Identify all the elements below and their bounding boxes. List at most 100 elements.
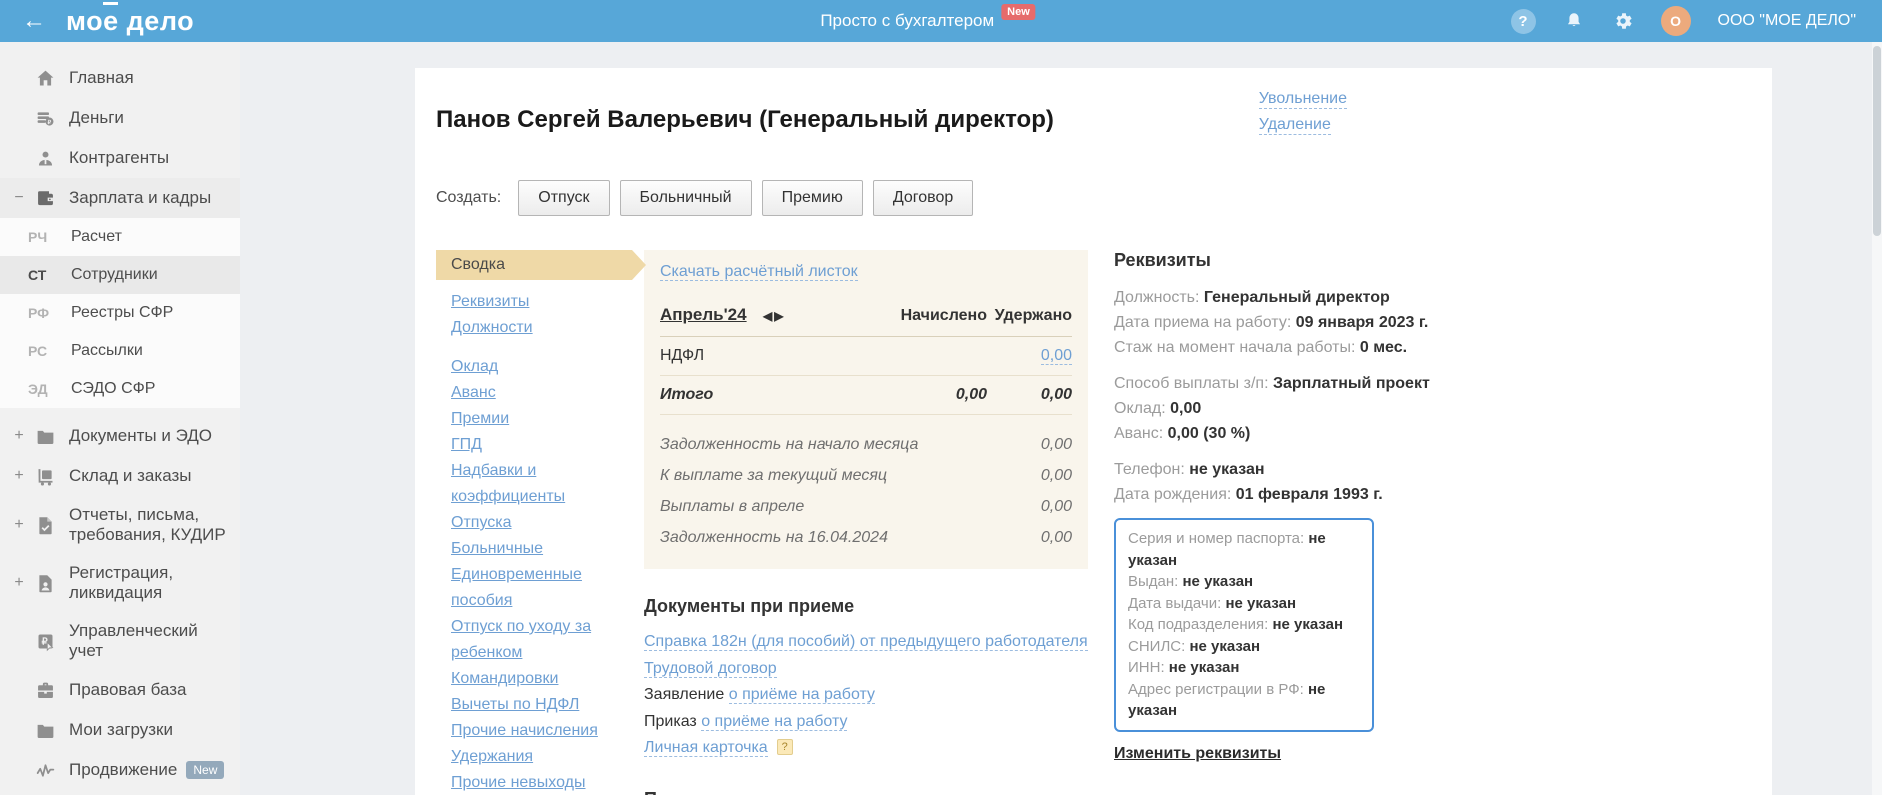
tab-allowances[interactable]: Надбавки и коэффициенты bbox=[451, 462, 565, 505]
sidebar-item-management-accounting[interactable]: ₽ Управленческий учет bbox=[0, 612, 240, 670]
req-payment-method: Способ выплаты з/п: Зарплатный проект bbox=[1114, 375, 1430, 392]
personal-card-link[interactable]: Личная карточка bbox=[644, 739, 768, 757]
doc-row: Справка 182н (для пособий) от предыдущег… bbox=[644, 629, 1088, 656]
hiring-order-link[interactable]: о приёме на работу bbox=[701, 712, 848, 731]
tagline-new-badge: New bbox=[1001, 4, 1036, 20]
tab-lump-sum-benefits[interactable]: Единовременные пособия bbox=[451, 566, 582, 609]
sidebar-subitem-sfr-registers[interactable]: РФ Реестры СФР bbox=[0, 294, 240, 332]
collapse-minus-icon[interactable]: − bbox=[10, 189, 28, 207]
tab-requisites[interactable]: Реквизиты bbox=[451, 293, 529, 310]
employment-contract-link[interactable]: Трудовой договор bbox=[644, 659, 777, 678]
req-birth-date: Дата рождения: 01 февраля 1993 г. bbox=[1114, 486, 1383, 503]
back-arrow-icon[interactable]: ← bbox=[22, 9, 46, 33]
page-scrollbar[interactable] bbox=[1872, 42, 1882, 795]
sidebar-item-knowledge-base[interactable]: База знаний bbox=[0, 790, 240, 795]
tagline[interactable]: Просто с бухгалтером New bbox=[820, 0, 1036, 42]
payslip-summary: Задолженность на начало месяца 0,00 К вы… bbox=[660, 429, 1072, 553]
payslip-row-ndfl: НДФЛ 0,00 bbox=[660, 337, 1072, 376]
sidebar-item-registration[interactable]: + Регистрация, ликвидация bbox=[0, 554, 240, 612]
scrollbar-thumb[interactable] bbox=[1873, 46, 1881, 236]
col-withheld: Удержано bbox=[994, 307, 1072, 324]
summary-row: К выплате за текущий месяц 0,00 bbox=[660, 466, 1072, 484]
employee-tabs: Сводка Реквизиты Должности Оклад Аванс П… bbox=[436, 250, 646, 795]
tab-advance[interactable]: Аванс bbox=[451, 384, 496, 401]
create-bonus-button[interactable]: Премию bbox=[761, 180, 863, 216]
ruble-chart-icon: ₽ bbox=[34, 630, 56, 652]
expand-plus-icon[interactable]: + bbox=[10, 467, 28, 485]
expand-plus-icon[interactable]: + bbox=[10, 516, 28, 534]
tab-sick-leaves[interactable]: Больничные bbox=[451, 540, 543, 557]
warehouse-cart-icon bbox=[34, 465, 56, 487]
create-sick-leave-button[interactable]: Больничный bbox=[619, 180, 752, 216]
doc-row: Трудовой договор bbox=[644, 656, 1088, 683]
sidebar-item-contractors[interactable]: Контрагенты bbox=[0, 138, 240, 178]
sidebar-subitem-calculation[interactable]: РЧ Расчет bbox=[0, 218, 240, 256]
req-passport-issue-date: Дата выдачи: не указан bbox=[1128, 594, 1297, 612]
tab-positions[interactable]: Должности bbox=[451, 319, 533, 336]
payslip-column: Скачать расчётный листок Апрель'24 ◀▶ На… bbox=[644, 250, 1088, 795]
tab-gpd[interactable]: ГПД bbox=[451, 436, 482, 453]
sidebar-item-salary-hr[interactable]: − Зарплата и кадры bbox=[0, 178, 240, 218]
create-label: Создать: bbox=[436, 189, 502, 206]
requisites-column: Реквизиты Должность: Генеральный директо… bbox=[1114, 250, 1772, 795]
create-row: Создать: Отпуск Больничный Премию Догово… bbox=[436, 180, 1772, 216]
expand-plus-icon[interactable]: + bbox=[10, 427, 28, 445]
summary-row: Выплаты в апреле 0,00 bbox=[660, 497, 1072, 515]
req-department-code: Код подразделения: не указан bbox=[1128, 616, 1344, 633]
app-logo[interactable]: мое дело bbox=[66, 6, 194, 37]
requisites-title: Реквизиты bbox=[1114, 250, 1211, 270]
home-icon bbox=[34, 67, 56, 89]
summary-row: Задолженность на начало месяца 0,00 bbox=[660, 435, 1072, 453]
sidebar-item-legal-base[interactable]: Правовая база bbox=[0, 670, 240, 710]
avatar[interactable]: О bbox=[1660, 6, 1691, 36]
sidebar-item-promotion[interactable]: Продвижение New bbox=[0, 750, 240, 790]
req-passport-number: Серия и номер паспорта: не указан bbox=[1128, 530, 1326, 569]
sidebar-subitem-mailings[interactable]: РС Рассылки bbox=[0, 332, 240, 370]
promotion-new-badge: New bbox=[186, 761, 225, 779]
sidebar-item-home[interactable]: Главная bbox=[0, 58, 240, 98]
wallet-icon bbox=[34, 187, 56, 209]
certificate-182n-link[interactable]: Справка 182н (для пособий) от предыдущег… bbox=[644, 633, 1088, 651]
edit-requisites-link[interactable]: Изменить реквизиты bbox=[1114, 745, 1281, 763]
sidebar-item-money[interactable]: ₽ Деньги bbox=[0, 98, 240, 138]
account-name[interactable]: ООО "МОЕ ДЕЛО" bbox=[1718, 12, 1856, 30]
dismissal-link[interactable]: Увольнение bbox=[1258, 90, 1347, 109]
tab-business-trips[interactable]: Командировки bbox=[451, 670, 558, 687]
tab-summary[interactable]: Сводка bbox=[436, 250, 646, 280]
summary-row: Задолженность на 16.04.2024 0,00 bbox=[660, 528, 1072, 546]
other-docs-title: Прочие документы bbox=[644, 789, 1088, 795]
deletion-link[interactable]: Удаление bbox=[1258, 116, 1331, 135]
tab-ndfl-deductions[interactable]: Вычеты по НДФЛ bbox=[451, 696, 579, 713]
ndfl-withheld-link[interactable]: 0,00 bbox=[1040, 347, 1072, 365]
gear-icon[interactable] bbox=[1612, 10, 1634, 32]
personal-card-help-icon[interactable]: ? bbox=[776, 739, 793, 755]
tagline-text: Просто с бухгалтером bbox=[820, 11, 995, 30]
sidebar-item-reports[interactable]: + Отчеты, письма, требования, КУДИР bbox=[0, 496, 240, 554]
tab-withholdings[interactable]: Удержания bbox=[451, 748, 533, 765]
sidebar-item-warehouse-orders[interactable]: + Склад и заказы bbox=[0, 456, 240, 496]
payslip-month[interactable]: Апрель'24 bbox=[660, 305, 747, 324]
col-accrued: Начислено bbox=[900, 307, 987, 324]
sidebar-item-my-uploads[interactable]: Мои загрузки bbox=[0, 710, 240, 750]
tab-other-absences[interactable]: Прочие невыходы bbox=[451, 774, 586, 791]
tab-bonuses[interactable]: Премии bbox=[451, 410, 509, 427]
sidebar-item-documents-edo[interactable]: + Документы и ЭДО bbox=[0, 416, 240, 456]
download-payslip-link[interactable]: Скачать расчётный листок bbox=[660, 263, 858, 281]
tab-childcare-leave[interactable]: Отпуск по уходу за ребенком bbox=[451, 618, 591, 661]
hiring-application-link[interactable]: о приёме на работу bbox=[728, 686, 875, 704]
report-file-icon bbox=[34, 514, 56, 536]
sidebar-subitem-employees[interactable]: СТ Сотрудники bbox=[0, 256, 240, 294]
uploads-folder-icon bbox=[34, 719, 56, 741]
expand-plus-icon[interactable]: + bbox=[10, 574, 28, 592]
tab-other-accruals[interactable]: Прочие начисления bbox=[451, 722, 598, 739]
help-icon[interactable]: ? bbox=[1510, 8, 1536, 34]
create-contract-button[interactable]: Договор bbox=[872, 180, 974, 216]
employee-actions: Увольнение Удаление bbox=[1258, 90, 1347, 135]
create-vacation-button[interactable]: Отпуск bbox=[518, 180, 610, 216]
tab-vacations[interactable]: Отпуска bbox=[451, 514, 512, 531]
month-prev-next-icons[interactable]: ◀▶ bbox=[763, 309, 785, 323]
tab-salary[interactable]: Оклад bbox=[451, 358, 498, 375]
bell-icon[interactable] bbox=[1563, 10, 1585, 32]
registration-file-icon bbox=[34, 572, 56, 594]
sidebar-subitem-sedo-sfr[interactable]: ЭД СЭДО СФР bbox=[0, 370, 240, 408]
